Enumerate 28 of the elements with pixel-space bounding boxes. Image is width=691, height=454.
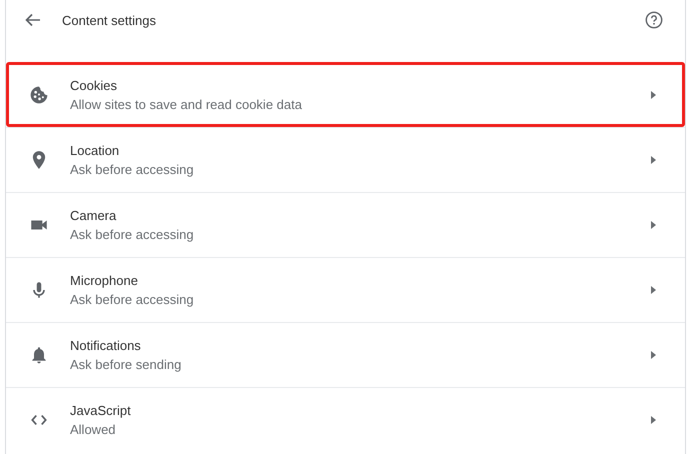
setting-status: Ask before accessing [70,162,195,177]
settings-row[interactable]: Microphone Ask before accessing [6,258,685,322]
setting-status: Ask before accessing [70,227,195,242]
back-arrow-icon[interactable] [24,11,42,29]
setting-status: Ask before sending [70,357,182,372]
setting-status: Ask before accessing [70,292,195,307]
setting-status: Allow sites to save and read cookie data [70,96,303,112]
highlight-outline[interactable]: Cookies Allow sites to save and read cookie data [6,62,685,127]
setting-status: Allowed [70,422,117,437]
settings-row[interactable]: Camera Ask before accessing [6,193,685,257]
caret-icon [651,351,656,359]
help-icon[interactable] [645,11,663,29]
caret-icon [651,416,656,424]
settings-row[interactable]: Notifications Ask before sending [6,323,685,387]
settings-row[interactable]: JavaScript Allowed [6,388,685,452]
setting-title: Microphone [70,273,139,288]
setting-title: Cookies [70,78,118,92]
page-title: Content settings [62,12,157,28]
setting-title: Location [70,143,120,158]
settings-row[interactable]: Location Ask before accessing [6,128,685,192]
caret-icon [651,221,656,229]
caret-icon [651,90,656,98]
cookie-icon [29,84,49,104]
setting-title: Notifications [70,338,142,353]
setting-title: Camera [70,208,118,223]
caret-icon [651,156,656,164]
caret-icon [651,286,656,294]
setting-title: JavaScript [70,403,132,418]
